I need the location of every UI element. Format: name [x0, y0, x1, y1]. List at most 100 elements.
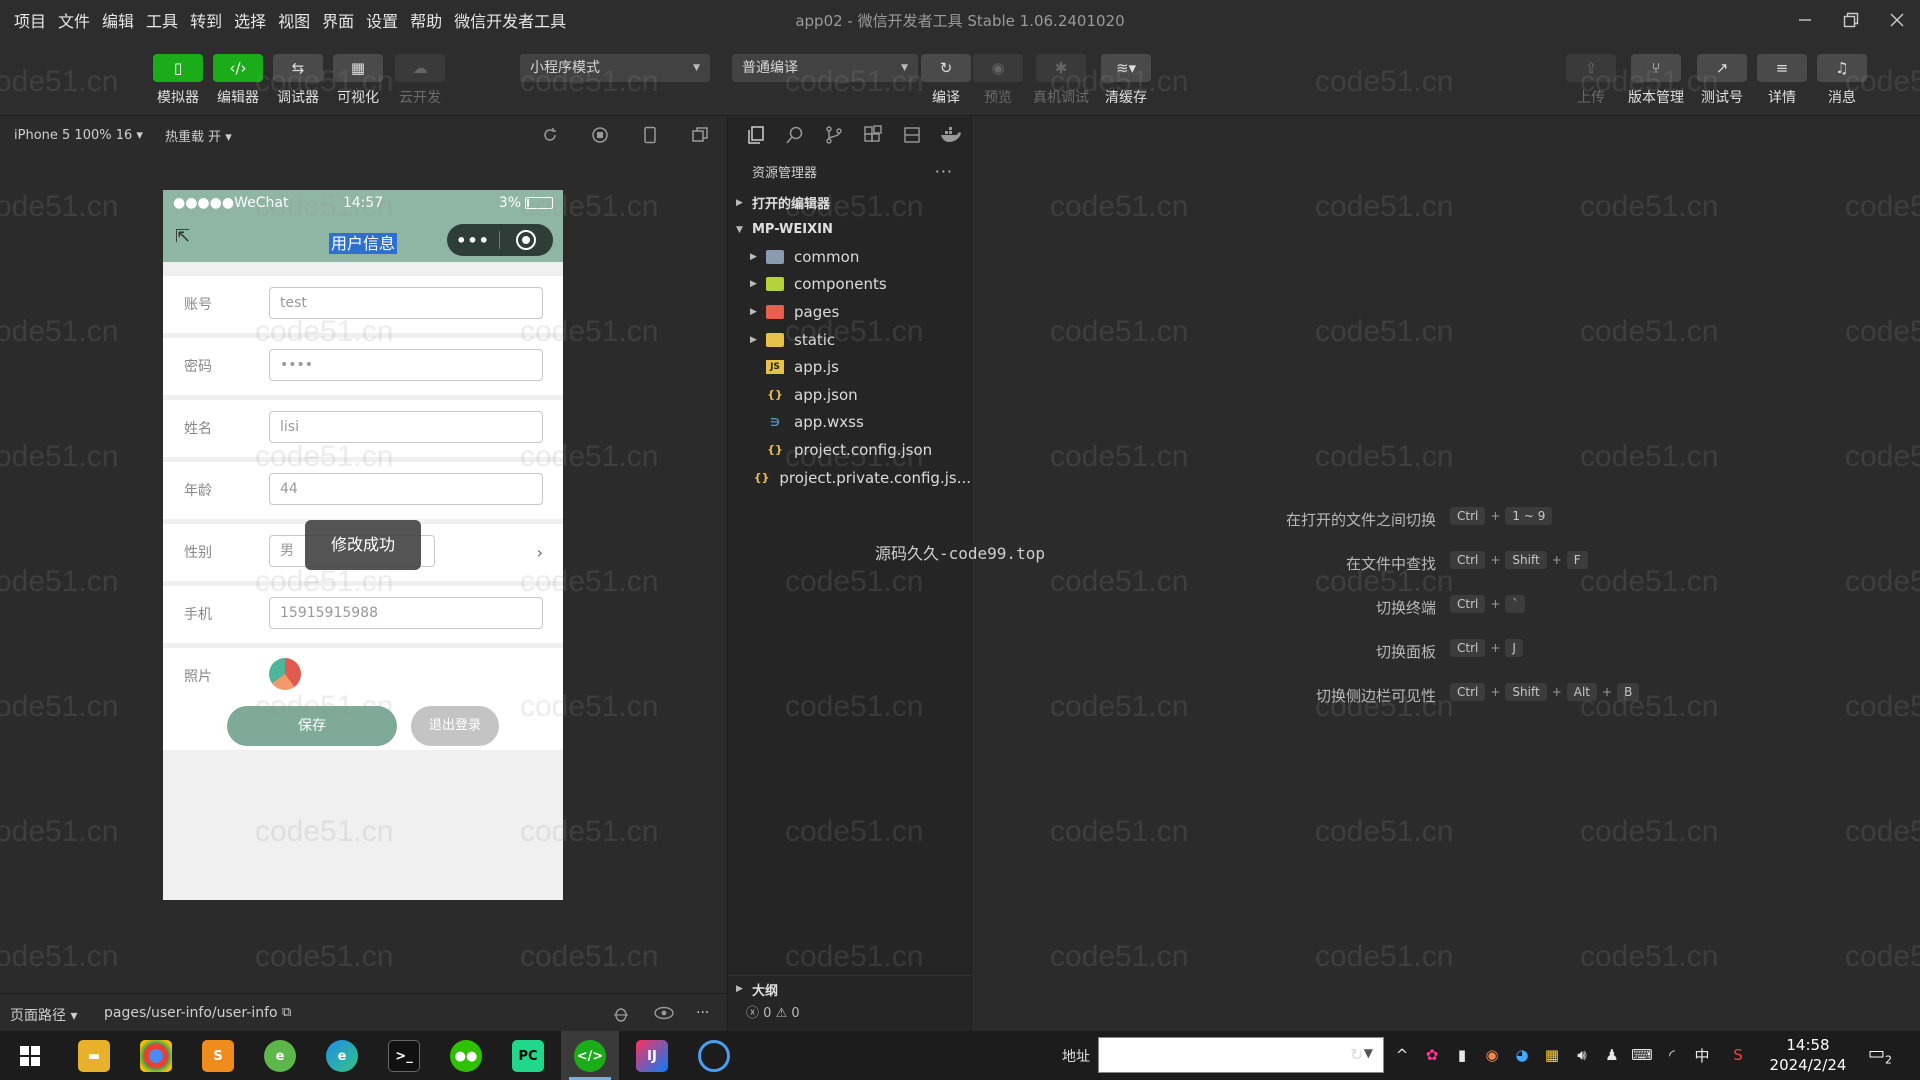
toolbar-left-buttons-1[interactable]: ‹/› 编辑器: [210, 54, 266, 107]
sogou-ime-icon[interactable]: S: [1728, 1045, 1748, 1065]
explorer-more-button[interactable]: ···: [935, 162, 953, 181]
qq-icon[interactable]: ♟: [1602, 1045, 1622, 1065]
menu-item[interactable]: 微信开发者工具: [454, 8, 566, 32]
storage-tab[interactable]: [893, 125, 932, 145]
wifi-icon[interactable]: ◜: [1662, 1045, 1682, 1065]
volume-icon[interactable]: 🔊︎: [1572, 1045, 1592, 1065]
form-row: 密码 ••••: [163, 338, 563, 395]
tree-folder[interactable]: ▶ common: [728, 243, 971, 271]
tray-browser-icon[interactable]: ◕: [1512, 1045, 1532, 1065]
stop-button[interactable]: [589, 124, 611, 146]
toolbar-mid-buttons-2[interactable]: ✱ 真机调试: [1033, 54, 1089, 107]
save-button[interactable]: 保存: [227, 706, 397, 746]
tray-app-icon[interactable]: ✿: [1422, 1045, 1442, 1065]
extensions-tab[interactable]: [854, 125, 893, 145]
files-tab[interactable]: [736, 125, 775, 145]
menu-item[interactable]: 文件: [58, 8, 90, 32]
popout-button[interactable]: [689, 124, 711, 146]
source-control-tab[interactable]: [814, 125, 853, 145]
menu-item[interactable]: 选择: [234, 8, 266, 32]
show-hidden-icons[interactable]: ^: [1392, 1045, 1412, 1065]
menu-item[interactable]: 转到: [190, 8, 222, 32]
field-input[interactable]: lisi: [269, 411, 543, 443]
menu-item[interactable]: 工具: [146, 8, 178, 32]
field-input[interactable]: ••••: [269, 349, 543, 381]
toolbar-right-buttons-3[interactable]: ≡ 详情: [1754, 54, 1810, 107]
app-circle-taskbar-icon[interactable]: [698, 1040, 730, 1072]
chrome-taskbar-icon[interactable]: [140, 1040, 172, 1072]
menu-item[interactable]: 视图: [278, 8, 310, 32]
sublime-taskbar-icon[interactable]: S: [202, 1040, 234, 1072]
microphone-icon[interactable]: ▮: [1452, 1045, 1472, 1065]
close-button[interactable]: [1874, 0, 1920, 40]
close-capsule-button[interactable]: [500, 230, 552, 250]
copy-icon[interactable]: ⧉: [282, 1005, 291, 1020]
tree-folder[interactable]: ▶ pages: [728, 298, 971, 326]
rotate-button[interactable]: [539, 124, 561, 146]
docker-tab[interactable]: [932, 126, 971, 144]
mode-select[interactable]: 小程序模式 ▼: [520, 54, 710, 82]
toolbar-right-buttons-4[interactable]: ♫ 消息: [1814, 54, 1870, 107]
tray-grid-icon[interactable]: ▦: [1542, 1045, 1562, 1065]
tray-record-icon[interactable]: ◉: [1482, 1045, 1502, 1065]
open-editors-section[interactable]: ▶ 打开的编辑器: [728, 189, 971, 216]
windows-start-button[interactable]: [14, 1040, 46, 1072]
field-input[interactable]: test: [269, 287, 543, 319]
browser360-taskbar-icon[interactable]: e: [264, 1040, 296, 1072]
toolbar-right-buttons-0[interactable]: ⇪ 上传: [1563, 54, 1619, 107]
toolbar-left-buttons-2[interactable]: ⇆ 调试器: [270, 54, 326, 107]
more-dots-button[interactable]: •••: [447, 231, 499, 250]
address-go-icon[interactable]: ↻: [1350, 1045, 1363, 1064]
edge-taskbar-icon[interactable]: e: [326, 1040, 358, 1072]
menu-item[interactable]: 编辑: [102, 8, 134, 32]
tree-file[interactable]: {} project.config.json: [728, 436, 971, 464]
toolbar-mid-buttons-1[interactable]: ◉ 预览: [970, 54, 1026, 107]
intellij-taskbar-icon[interactable]: IJ: [636, 1040, 668, 1072]
ime-indicator[interactable]: 中: [1692, 1045, 1712, 1065]
menu-item[interactable]: 项目: [14, 8, 46, 32]
device-frame-button[interactable]: [639, 124, 661, 146]
avatar[interactable]: [269, 658, 301, 690]
field-input[interactable]: 44: [269, 473, 543, 505]
toolbar-mid-buttons-0[interactable]: ↻ 编译: [918, 54, 974, 107]
menu-item[interactable]: 帮助: [410, 8, 442, 32]
restore-button[interactable]: [1828, 0, 1874, 40]
toolbar-mid-buttons-3[interactable]: ≋▾ 清缓存: [1098, 54, 1154, 107]
project-section[interactable]: ▼ MP-WEIXIN: [728, 216, 971, 243]
toolbar-left-buttons-3[interactable]: ▦ 可视化: [330, 54, 386, 107]
menu-item[interactable]: 界面: [322, 8, 354, 32]
keyboard-icon[interactable]: ⌨: [1631, 1045, 1653, 1065]
more-options-icon[interactable]: ···: [696, 1005, 709, 1021]
tree-file[interactable]: JS app.js: [728, 353, 971, 381]
search-tab[interactable]: [775, 125, 814, 145]
notification-center-button[interactable]: ▭2: [1868, 1043, 1892, 1067]
wechat-taskbar-icon[interactable]: ●●: [450, 1040, 482, 1072]
pycharm-taskbar-icon[interactable]: PC: [512, 1040, 544, 1072]
address-input[interactable]: ▼: [1098, 1037, 1384, 1073]
hot-reload-toggle[interactable]: 热重载 开 ▾: [165, 126, 232, 145]
toolbar-left-buttons-0[interactable]: ▯ 模拟器: [150, 54, 206, 107]
logout-button[interactable]: 退出登录: [411, 706, 499, 746]
tree-file[interactable]: ∋ app.wxss: [728, 409, 971, 437]
toolbar-right-buttons-1[interactable]: ⑂ 版本管理: [1628, 54, 1684, 107]
field-input[interactable]: 15915915988: [269, 597, 543, 629]
bug-icon[interactable]: [612, 1005, 630, 1027]
toolbar-left-buttons-4[interactable]: ☁ 云开发: [392, 54, 448, 107]
problems-status[interactable]: ⓧ 0 ⚠ 0: [728, 1002, 973, 1021]
file-explorer-taskbar-icon[interactable]: ▬: [78, 1040, 110, 1072]
compile-select[interactable]: 普通编译 ▼: [732, 54, 918, 82]
tree-folder[interactable]: ▶ static: [728, 326, 971, 354]
menu-item[interactable]: 设置: [366, 8, 398, 32]
wechat-devtools-taskbar-icon[interactable]: </>: [574, 1040, 606, 1072]
eye-icon[interactable]: [654, 1005, 674, 1025]
toolbar-right-buttons-2[interactable]: ↗ 测试号: [1694, 54, 1750, 107]
tree-folder[interactable]: ▶ components: [728, 271, 971, 299]
device-select[interactable]: iPhone 5 100% 16 ▾: [14, 128, 143, 143]
minimize-button[interactable]: [1782, 0, 1828, 40]
page-path-select[interactable]: 页面路径 ▾: [10, 1005, 77, 1025]
outline-header[interactable]: ▶ 大纲: [728, 976, 973, 1002]
terminal-taskbar-icon[interactable]: >_: [388, 1040, 420, 1072]
tree-file[interactable]: {} app.json: [728, 381, 971, 409]
system-clock[interactable]: 14:58 2024/2/24: [1768, 1035, 1848, 1075]
tree-file[interactable]: {} project.private.config.js...: [728, 464, 971, 492]
